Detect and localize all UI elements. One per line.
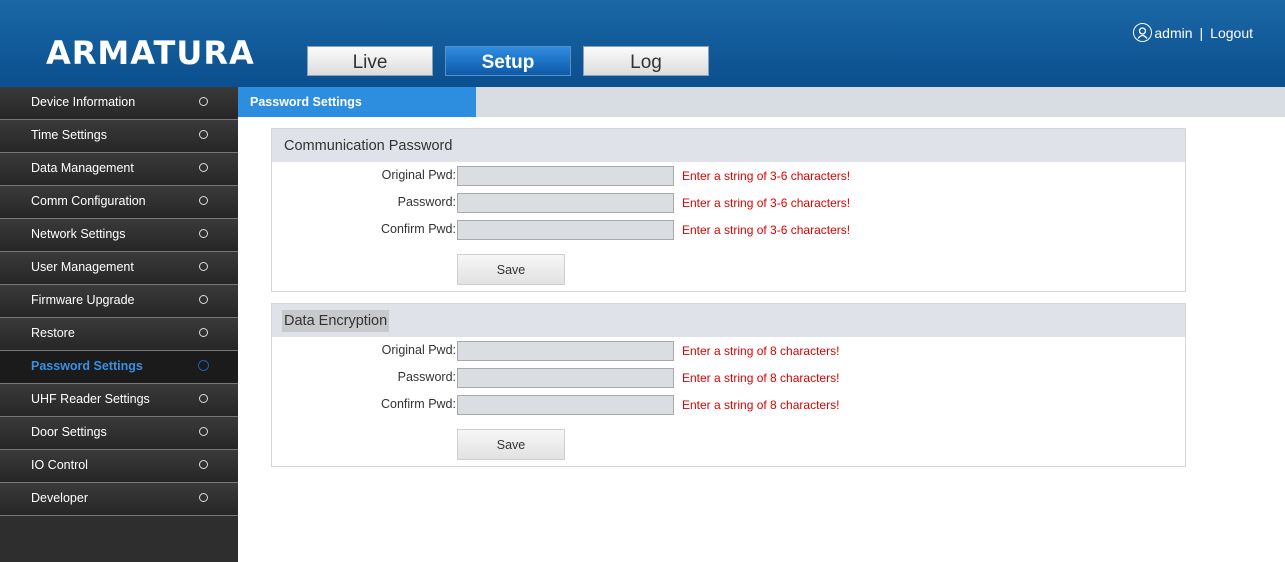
sidebar-item-io-control[interactable]: IO Control: [0, 450, 238, 483]
enc-confirm-pwd-input[interactable]: [457, 395, 674, 415]
sidebar-item-developer[interactable]: Developer: [0, 483, 238, 516]
sidebar-item-label: Time Settings: [31, 128, 107, 142]
sidebar-item-password-settings[interactable]: Password Settings: [0, 351, 238, 384]
field-label: Password:: [397, 195, 456, 209]
comm-confirm-row: Confirm Pwd: Enter a string of 3-6 chara…: [272, 220, 1185, 240]
communication-password-panel: Communication Password Original Pwd: Ent…: [271, 128, 1186, 292]
sidebar-item-device-information[interactable]: Device Information: [0, 87, 238, 120]
circle-icon: [199, 394, 208, 403]
sidebar-item-data-management[interactable]: Data Management: [0, 153, 238, 186]
sidebar-item-user-management[interactable]: User Management: [0, 252, 238, 285]
sidebar-item-label: Comm Configuration: [31, 194, 146, 208]
comm-original-row: Original Pwd: Enter a string of 3-6 char…: [272, 166, 1185, 186]
panel-title-text: Data Encryption: [282, 310, 390, 332]
sidebar-item-time-settings[interactable]: Time Settings: [0, 120, 238, 153]
comm-password-input[interactable]: [457, 193, 674, 213]
circle-icon: [199, 460, 208, 469]
header-separator: |: [1199, 24, 1204, 41]
circle-icon: [199, 97, 208, 106]
panel-title: Communication Password: [272, 129, 1185, 162]
sidebar-item-label: User Management: [31, 260, 134, 274]
sidebar-item-label: IO Control: [31, 458, 88, 472]
comm-save-button[interactable]: Save: [457, 254, 565, 285]
sidebar-item-label: Network Settings: [31, 227, 126, 241]
sidebar-item-label: Restore: [31, 326, 75, 340]
brand-logo: ARMATURA: [46, 34, 255, 72]
circle-icon: [199, 328, 208, 337]
field-label: Password:: [397, 370, 456, 384]
field-label: Original Pwd:: [381, 343, 456, 357]
user-icon: [1133, 23, 1153, 42]
comm-original-pwd-input[interactable]: [457, 166, 674, 186]
sidebar-item-restore[interactable]: Restore: [0, 318, 238, 351]
username: admin: [1154, 24, 1193, 41]
validation-hint: Enter a string of 8 characters!: [682, 371, 840, 385]
validation-hint: Enter a string of 8 characters!: [682, 344, 840, 358]
sidebar-item-label: Firmware Upgrade: [31, 293, 135, 307]
sidebar-item-label: Developer: [31, 491, 88, 505]
circle-icon: [199, 493, 208, 502]
circle-icon: [199, 130, 208, 139]
sidebar-item-label: Data Management: [31, 161, 134, 175]
comm-password-row: Password: Enter a string of 3-6 characte…: [272, 193, 1185, 213]
sidebar-item-door-settings[interactable]: Door Settings: [0, 417, 238, 450]
enc-save-button[interactable]: Save: [457, 429, 565, 460]
header-bar: ARMATURA Live Setup Log admin | Logout: [0, 0, 1285, 87]
validation-hint: Enter a string of 3-6 characters!: [682, 196, 851, 210]
enc-original-row: Original Pwd: Enter a string of 8 charac…: [272, 341, 1185, 361]
validation-hint: Enter a string of 3-6 characters!: [682, 223, 851, 237]
circle-icon: [199, 262, 208, 271]
app-root: ARMATURA Live Setup Log admin | Logout D…: [0, 0, 1285, 562]
sidebar-item-label: Password Settings: [31, 359, 143, 373]
sidebar-item-firmware-upgrade[interactable]: Firmware Upgrade: [0, 285, 238, 318]
tab-setup[interactable]: Setup: [445, 46, 571, 76]
sidebar-item-comm-configuration[interactable]: Comm Configuration: [0, 186, 238, 219]
enc-confirm-row: Confirm Pwd: Enter a string of 8 charact…: [272, 395, 1185, 415]
sidebar-item-label: UHF Reader Settings: [31, 392, 150, 406]
enc-original-pwd-input[interactable]: [457, 341, 674, 361]
circle-icon: [199, 427, 208, 436]
tab-live[interactable]: Live: [307, 46, 433, 76]
validation-hint: Enter a string of 8 characters!: [682, 398, 840, 412]
circle-icon: [199, 196, 208, 205]
circle-icon: [199, 295, 208, 304]
validation-hint: Enter a string of 3-6 characters!: [682, 169, 851, 183]
content-tab-password-settings[interactable]: Password Settings: [238, 87, 476, 117]
sidebar: Device Information Time Settings Data Ma…: [0, 87, 238, 562]
circle-icon: [199, 163, 208, 172]
logout-link[interactable]: Logout: [1210, 25, 1253, 41]
enc-password-row: Password: Enter a string of 8 characters…: [272, 368, 1185, 388]
field-label: Confirm Pwd:: [380, 397, 456, 411]
sidebar-item-uhf-reader-settings[interactable]: UHF Reader Settings: [0, 384, 238, 417]
tab-log[interactable]: Log: [583, 46, 709, 76]
enc-password-input[interactable]: [457, 368, 674, 388]
data-encryption-panel: Data Encryption Original Pwd: Enter a st…: [271, 303, 1186, 467]
panel-title: Data Encryption: [272, 304, 1185, 337]
user-area: admin | Logout: [1133, 23, 1253, 42]
sidebar-item-network-settings[interactable]: Network Settings: [0, 219, 238, 252]
sidebar-item-label: Device Information: [31, 95, 136, 109]
field-label: Original Pwd:: [381, 168, 456, 182]
circle-icon: [199, 229, 208, 238]
content-tab-bar: Password Settings: [238, 87, 1285, 117]
field-label: Confirm Pwd:: [380, 222, 456, 236]
sidebar-item-label: Door Settings: [31, 425, 107, 439]
circle-icon: [198, 360, 209, 371]
comm-confirm-pwd-input[interactable]: [457, 220, 674, 240]
